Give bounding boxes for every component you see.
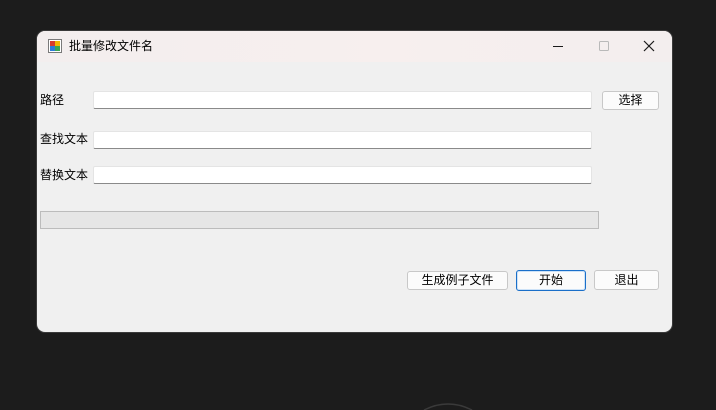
minimize-icon (553, 46, 563, 47)
replace-text-input[interactable] (93, 166, 592, 184)
maximize-button[interactable] (581, 31, 627, 62)
path-label: 路径 (40, 93, 65, 107)
start-button[interactable]: 开始 (516, 270, 586, 291)
exit-button[interactable]: 退出 (594, 270, 659, 290)
close-icon (643, 40, 655, 52)
title-bar[interactable]: 批量修改文件名 (37, 31, 672, 62)
main-window: 批量修改文件名 路径 选择 查找文本 替换文本 生成例子文件 开始 退出 (37, 31, 672, 332)
replace-text-label: 替换文本 (40, 168, 89, 182)
app-icon (48, 39, 62, 53)
find-text-label: 查找文本 (40, 132, 89, 146)
generate-sample-files-button[interactable]: 生成例子文件 (407, 271, 508, 290)
window-title: 批量修改文件名 (69, 39, 154, 53)
desktop-arc-decoration (423, 403, 473, 410)
browse-button[interactable]: 选择 (602, 91, 659, 110)
maximize-icon (599, 41, 609, 51)
find-text-input[interactable] (93, 131, 592, 149)
minimize-button[interactable] (535, 31, 581, 62)
close-button[interactable] (626, 31, 672, 62)
path-input[interactable] (93, 91, 592, 109)
progress-bar (40, 211, 599, 229)
